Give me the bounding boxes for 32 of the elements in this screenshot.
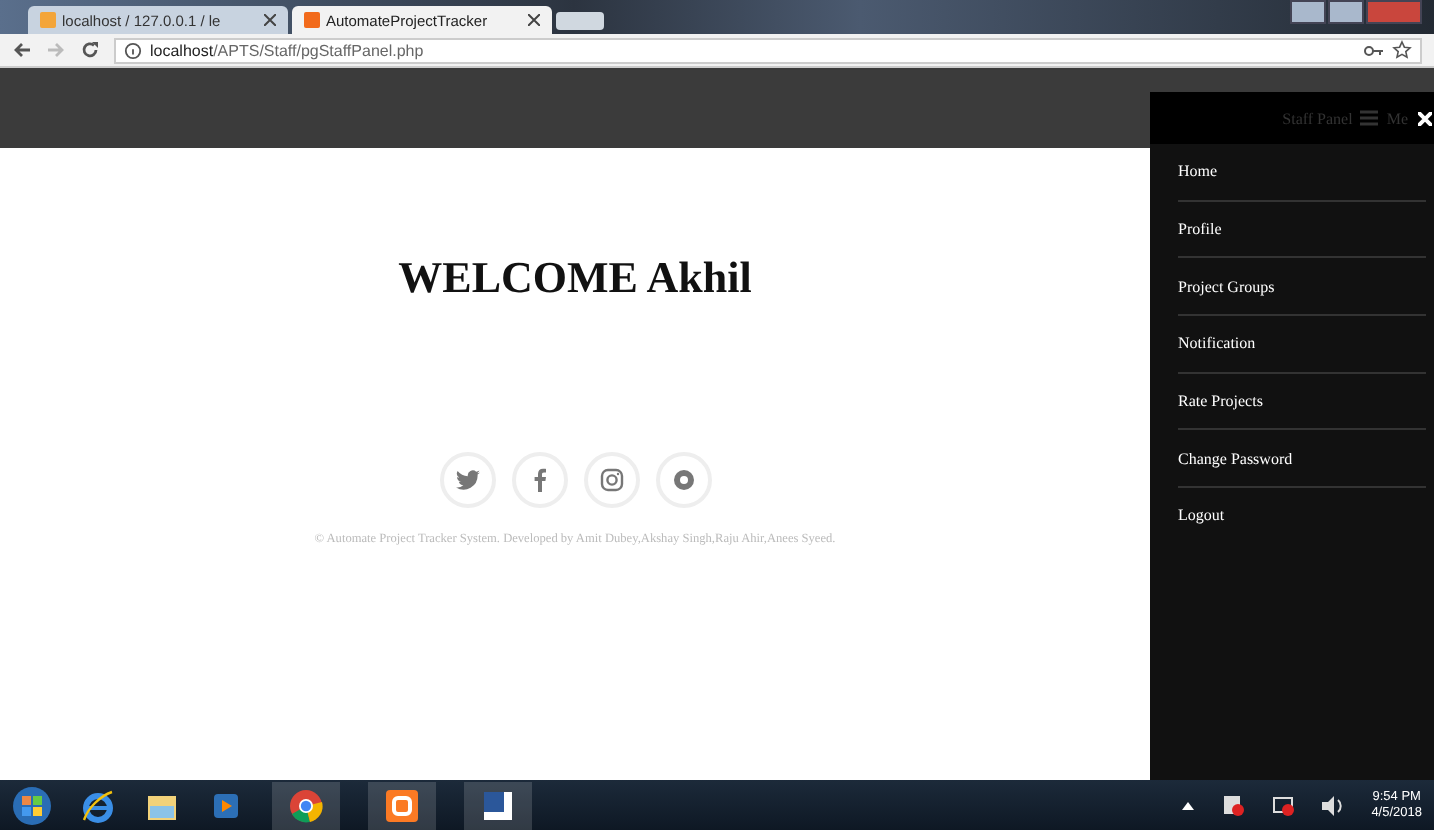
letter-f-icon (533, 468, 545, 492)
sidebar-menu-item[interactable]: Change Password (1178, 430, 1426, 489)
key-icon[interactable] (1364, 43, 1384, 57)
sidebar-menu-item[interactable]: Notification (1178, 316, 1426, 374)
info-icon[interactable] (124, 41, 142, 59)
facebook-link[interactable] (511, 452, 567, 508)
sidebar-menu-item[interactable]: Profile (1178, 201, 1426, 259)
network-icon[interactable] (1271, 794, 1294, 816)
volume-icon[interactable] (1321, 795, 1344, 815)
sidebar-menu-item[interactable]: Project Groups (1178, 258, 1426, 317)
camera-icon (599, 468, 623, 492)
sidebar-menu-item[interactable]: Home (1178, 144, 1426, 202)
minimize-button[interactable] (1290, 0, 1326, 24)
close-icon[interactable] (1418, 111, 1432, 125)
chrome-icon[interactable] (272, 781, 340, 829)
snapchat-link[interactable] (655, 452, 711, 508)
star-icon[interactable] (1392, 40, 1412, 60)
back-icon[interactable] (12, 40, 32, 60)
sidebar-menu-item[interactable]: Logout (1178, 488, 1426, 544)
twitter-link[interactable] (439, 452, 495, 508)
maximize-button[interactable] (1328, 0, 1364, 24)
show-hidden-icons-icon[interactable] (1181, 801, 1194, 809)
start-button[interactable] (12, 785, 52, 825)
close-tab-icon[interactable] (528, 14, 540, 26)
close-tab-icon[interactable] (264, 14, 276, 26)
instagram-link[interactable] (583, 452, 639, 508)
internet-explorer-icon[interactable] (80, 787, 116, 823)
sidebar-menu-item[interactable]: Rate Projects (1178, 373, 1426, 431)
address-field[interactable]: localhost/APTS/Staff/pgStaffPanel.php (114, 37, 1422, 63)
reload-icon[interactable] (80, 40, 100, 60)
welcome-heading: WELCOME Akhil (398, 252, 752, 304)
bird-icon (455, 470, 479, 490)
